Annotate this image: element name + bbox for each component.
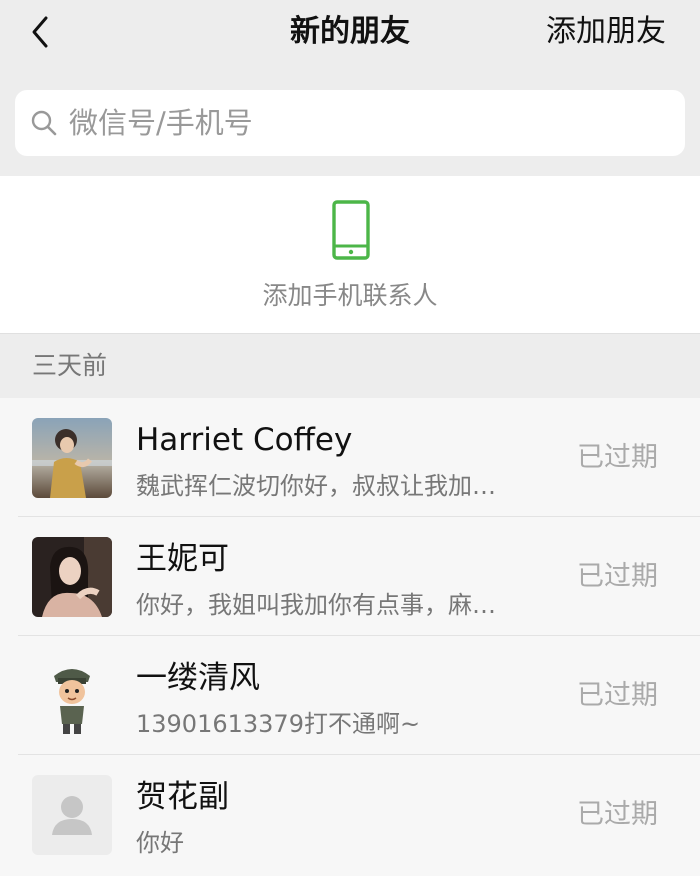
friend-name: 贺花副 <box>136 779 229 815</box>
phone-icon <box>332 200 370 260</box>
request-message: 13901613379打不通啊~ <box>136 710 421 738</box>
status-label: 已过期 <box>577 561 658 592</box>
friend-name: 王妮可 <box>136 541 229 577</box>
request-message: 魏武挥仁波切你好，叔叔让我加… <box>136 472 496 500</box>
search-icon <box>31 110 57 136</box>
request-message: 你好 <box>136 829 184 857</box>
search-input[interactable] <box>67 90 673 156</box>
list-item[interactable]: 王妮可 你好，我姐叫我加你有点事，麻… 已过期 <box>0 517 700 636</box>
add-phone-contacts[interactable]: 添加手机联系人 <box>0 176 700 334</box>
status-label: 已过期 <box>577 799 658 830</box>
nav-bar: 新的朋友 添加朋友 <box>0 0 700 64</box>
friend-name: 一缕清风 <box>136 660 260 696</box>
photo-avatar <box>32 418 112 498</box>
photo-avatar <box>32 537 112 617</box>
cartoon-avatar <box>32 656 112 736</box>
request-message: 你好，我姐叫我加你有点事，麻… <box>136 591 496 619</box>
list-item[interactable]: 贺花副 你好 已过期 <box>0 755 700 874</box>
friend-request-list: Harriet Coffey 魏武挥仁波切你好，叔叔让我加… 已过期 王妮可 你… <box>0 398 700 876</box>
search-bar[interactable] <box>15 90 685 156</box>
add-friend-button[interactable]: 添加朋友 <box>546 10 666 54</box>
add-phone-contacts-label: 添加手机联系人 <box>262 281 438 310</box>
status-label: 已过期 <box>577 680 658 711</box>
default-avatar <box>32 775 112 855</box>
list-item[interactable]: Harriet Coffey 魏武挥仁波切你好，叔叔让我加… 已过期 <box>0 398 700 517</box>
section-title: 三天前 <box>32 351 108 380</box>
status-label: 已过期 <box>577 442 658 473</box>
section-header: 三天前 <box>0 334 700 398</box>
list-item[interactable]: 一缕清风 13901613379打不通啊~ 已过期 <box>0 636 700 755</box>
friend-name: Harriet Coffey <box>136 422 353 458</box>
